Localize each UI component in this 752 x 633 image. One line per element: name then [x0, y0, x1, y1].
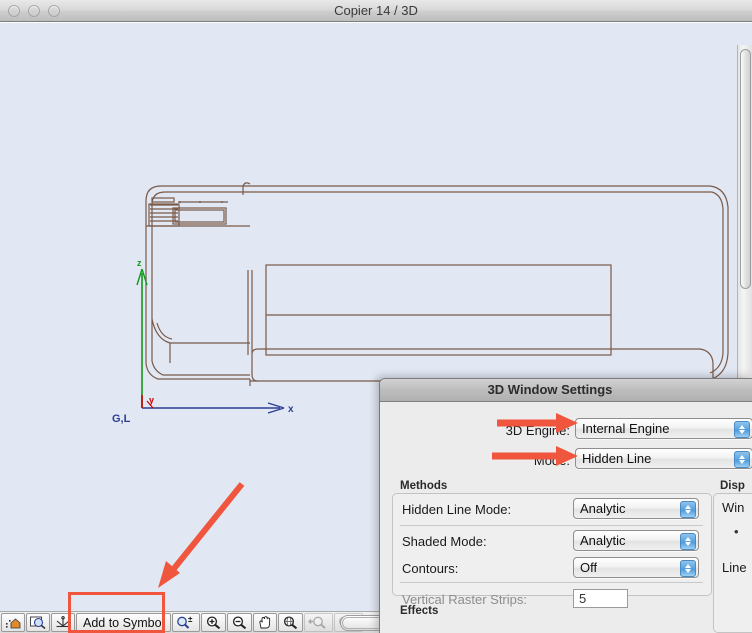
- marquee-zoom-icon[interactable]: ±: [172, 613, 201, 632]
- engine-dropdown[interactable]: Internal Engine: [575, 418, 752, 439]
- add-to-symbol-highlight: [68, 592, 165, 633]
- window-title: Copier 14 / 3D: [334, 3, 418, 18]
- effects-group-label: Effects: [400, 605, 439, 617]
- chevron-updown-icon: [734, 451, 750, 468]
- contours-dropdown[interactable]: Off: [573, 557, 699, 578]
- svg-text:±: ±: [188, 616, 193, 624]
- mode-label: Mode:: [533, 453, 570, 468]
- shaded-mode-value: Analytic: [580, 533, 626, 548]
- hidden-line-mode-value: Analytic: [580, 501, 626, 516]
- svg-text:y: y: [149, 395, 154, 405]
- divider: [400, 525, 703, 526]
- application-window: Copier 14 / 3D z x y G,L Add to Symbol ±…: [0, 0, 752, 633]
- hidden-line-mode-dropdown[interactable]: Analytic: [573, 498, 699, 519]
- mode-value: Hidden Line: [582, 451, 652, 466]
- zoom-previous-icon[interactable]: [304, 613, 334, 632]
- pan-hand-icon[interactable]: [253, 613, 278, 632]
- shaded-mode-dropdown[interactable]: Analytic: [573, 530, 699, 551]
- home-zoom-icon[interactable]: [1, 613, 25, 632]
- chevron-updown-icon: [680, 560, 696, 577]
- axis-y: y: [141, 395, 154, 409]
- vertical-raster-strips-input[interactable]: 5: [573, 589, 628, 608]
- divider: [400, 582, 703, 583]
- axis-x: x: [142, 402, 294, 415]
- display-group-label: Disp: [720, 480, 745, 492]
- mode-dropdown[interactable]: Hidden Line: [575, 448, 752, 469]
- engine-label: 3D Engine:: [505, 423, 570, 438]
- chevron-updown-icon: [680, 533, 696, 550]
- origin-label: G,L: [112, 413, 131, 425]
- orbit-globe-icon[interactable]: [278, 613, 304, 632]
- window-titlebar: Copier 14 / 3D: [0, 0, 752, 22]
- canvas-vertical-scrollbar-thumb[interactable]: [740, 49, 751, 289]
- display-bullet-icon: •: [734, 524, 739, 539]
- zoom-in-icon[interactable]: [201, 613, 227, 632]
- contours-label: Contours:: [402, 561, 459, 576]
- contours-value: Off: [580, 560, 598, 575]
- zoom-out-icon[interactable]: [227, 613, 253, 632]
- chevron-updown-icon: [734, 421, 750, 438]
- engine-value: Internal Engine: [582, 421, 670, 436]
- dialog-body: 3D Engine: Internal Engine Mode: Hidden …: [380, 402, 752, 633]
- chevron-updown-icon: [680, 501, 696, 518]
- svg-text:z: z: [137, 258, 142, 268]
- zoom-selection-icon[interactable]: [26, 613, 50, 632]
- hidden-line-mode-label: Hidden Line Mode:: [402, 502, 512, 517]
- svg-text:x: x: [288, 404, 294, 415]
- shaded-mode-label: Shaded Mode:: [402, 534, 487, 549]
- dialog-title: 3D Window Settings: [487, 382, 613, 397]
- display-window-label: Win: [722, 500, 745, 515]
- display-line-label: Line: [722, 560, 747, 575]
- methods-group-label: Methods: [400, 480, 448, 492]
- 3d-window-settings-dialog: 3D Window Settings 3D Engine: Internal E…: [379, 378, 752, 633]
- dialog-titlebar: 3D Window Settings: [380, 379, 752, 402]
